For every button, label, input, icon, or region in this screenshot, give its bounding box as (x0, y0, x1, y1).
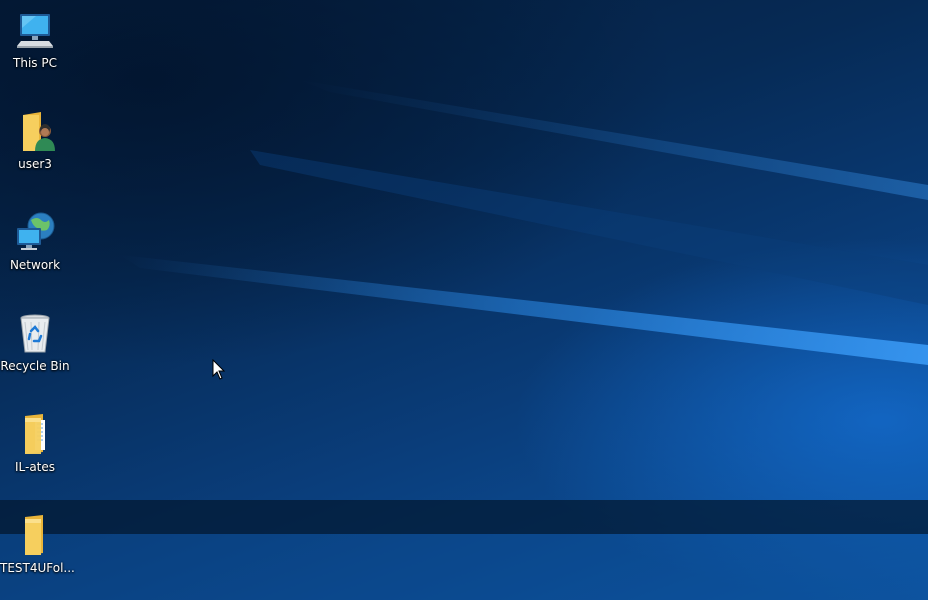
icon-label: IL-ates (14, 460, 56, 474)
desktop-icon-network[interactable]: Network (0, 202, 70, 292)
icon-label: user3 (18, 157, 52, 171)
desktop-icon-recycle-bin[interactable]: Recycle Bin (0, 303, 70, 393)
folder-icon (11, 410, 59, 458)
user-folder-icon (11, 107, 59, 155)
icon-label: This PC (13, 56, 57, 70)
desktop-wallpaper (0, 0, 928, 600)
desktop-icon-il-ates[interactable]: IL-ates (0, 404, 70, 494)
desktop-icon-test4ufolder[interactable]: TEST4UFol... (0, 505, 75, 595)
icon-label: Network (9, 258, 61, 272)
network-icon (11, 208, 59, 256)
recycle-bin-icon (11, 309, 59, 357)
icon-label: TEST4UFol... (0, 561, 75, 575)
this-pc-icon (11, 6, 59, 54)
icon-label: Recycle Bin (0, 359, 70, 373)
desktop-icon-this-pc[interactable]: This PC (0, 0, 70, 90)
desktop-icon-user3[interactable]: user3 (0, 101, 70, 191)
folder-icon (11, 511, 59, 559)
